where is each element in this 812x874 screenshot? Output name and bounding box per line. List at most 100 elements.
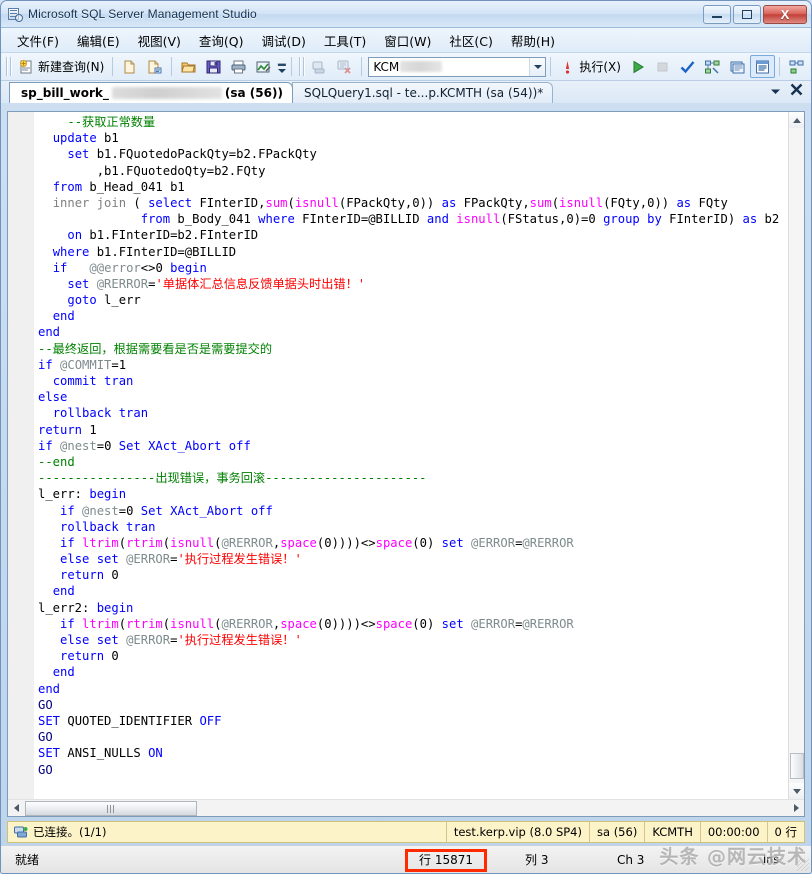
code-area[interactable]: --获取正常数量 update b1 set b1.FQuotedoPackQt… <box>34 112 788 799</box>
parse-button[interactable] <box>675 55 700 78</box>
server-stop-icon <box>336 59 353 75</box>
code-line: return 1 <box>38 422 97 437</box>
tab-sqlquery1[interactable]: SQLQuery1.sql - te...p.KCMTH (sa (54))* <box>291 82 554 103</box>
editor-vertical-scrollbar[interactable] <box>788 112 804 799</box>
watermark: 头条 @网云技术 <box>659 846 807 868</box>
toolbar-grip-2[interactable] <box>298 57 306 76</box>
code-line: goto l_err <box>67 293 141 308</box>
tab-sp-bill-work[interactable]: sp_bill_work_ (sa (56)) <box>9 82 293 103</box>
document-tab-bar: sp_bill_work_ (sa (56)) SQLQuery1.sql - … <box>1 81 811 103</box>
client-stats-button[interactable] <box>725 55 750 78</box>
include-plan-button[interactable] <box>784 55 809 78</box>
database-combo-arrow[interactable] <box>529 57 546 76</box>
database-combo-value: KCM <box>373 59 400 74</box>
new-file-button[interactable] <box>117 55 142 78</box>
run-button[interactable] <box>625 55 650 78</box>
vertical-scroll-thumb[interactable] <box>790 753 804 779</box>
close-icon[interactable] <box>790 83 803 101</box>
database-combo[interactable]: KCM <box>368 56 547 77</box>
connection-elapsed: 00:00:00 <box>699 822 767 842</box>
code-line: else set @ERROR='执行过程发生错误！' <box>60 633 302 647</box>
open-file-button[interactable] <box>176 55 201 78</box>
code-line: if @COMMIT=1 <box>38 357 127 372</box>
print-button[interactable] <box>226 55 251 78</box>
database-combo-redacted <box>400 61 443 72</box>
editor-horizontal-scrollbar[interactable] <box>8 799 804 816</box>
stop-button[interactable] <box>650 55 675 78</box>
chevron-down-icon[interactable] <box>770 83 781 101</box>
code-line: if @nest=0 Set XAct_Abort off <box>60 503 273 518</box>
tab-sp-bill-work-prefix: sp_bill_work_ <box>21 86 109 100</box>
menu-file[interactable]: 文件(F) <box>8 29 68 52</box>
code-line: SET ANSI_NULLS ON <box>38 746 163 761</box>
title-bar: Microsoft SQL Server Management Studio X <box>1 1 811 28</box>
code-line: else set @ERROR='执行过程发生错误！' <box>60 552 302 567</box>
code-line: l_err2: begin <box>38 600 134 615</box>
code-line: end <box>38 681 61 696</box>
toolbar-grip[interactable] <box>5 57 12 76</box>
new-query-button[interactable]: 新建查询(N) <box>14 55 108 78</box>
code-line: commit tran <box>52 374 134 388</box>
scroll-down-button[interactable] <box>788 783 804 799</box>
toolbar-separator <box>171 57 173 76</box>
results-text-button[interactable] <box>749 55 775 78</box>
toolbar-separator <box>361 57 363 76</box>
menu-window[interactable]: 窗口(W) <box>375 29 440 52</box>
connection-rows: 0 行 <box>766 822 804 842</box>
status-char: Ch 3 <box>617 852 645 867</box>
connection-database: KCMTH <box>644 822 700 842</box>
editor-gutter <box>8 112 34 799</box>
new-file-script-button[interactable] <box>142 55 167 78</box>
horizontal-scroll-thumb[interactable] <box>25 801 197 816</box>
server-connect-button[interactable] <box>307 55 332 78</box>
code-line: end <box>38 325 61 340</box>
sql-editor: --获取正常数量 update b1 set b1.FQuotedoPackQt… <box>7 111 805 817</box>
execute-run-icon <box>629 59 646 75</box>
server-icon <box>311 59 328 75</box>
include-plan-icon <box>788 59 805 75</box>
toolbar-separator <box>778 57 780 76</box>
close-button[interactable]: X <box>763 4 807 24</box>
menu-community[interactable]: 社区(C) <box>440 29 501 52</box>
connection-login: sa (56) <box>589 822 644 842</box>
code-line: set @RERROR='单据体汇总信息反馈单据头时出错！' <box>67 276 366 291</box>
analyze-button[interactable] <box>251 55 276 78</box>
parse-check-icon <box>679 59 696 75</box>
display-plan-button[interactable] <box>700 55 725 78</box>
code-line: from b_Body_041 where FInterID=@BILLID a… <box>140 212 780 227</box>
toolbar-separator <box>112 57 114 76</box>
menu-help[interactable]: 帮助(H) <box>502 29 564 52</box>
menu-view[interactable]: 视图(V) <box>129 29 190 52</box>
menu-debug[interactable]: 调试(D) <box>253 29 315 52</box>
new-file-icon <box>121 59 138 75</box>
scroll-up-button[interactable] <box>788 112 804 128</box>
window-title: Microsoft SQL Server Management Studio <box>28 7 257 21</box>
minimize-button[interactable] <box>703 4 731 24</box>
menu-edit[interactable]: 编辑(E) <box>68 29 129 52</box>
results-text-icon <box>754 59 771 75</box>
code-line: on b1.FInterID=b2.FInterID <box>67 228 259 243</box>
code-line: update b1 <box>52 131 119 146</box>
open-folder-icon <box>180 59 197 75</box>
menu-query[interactable]: 查询(Q) <box>190 29 253 52</box>
resize-grip[interactable] <box>797 859 809 871</box>
scroll-right-button[interactable] <box>788 800 804 816</box>
editor-body: --获取正常数量 update b1 set b1.FQuotedoPackQt… <box>8 112 804 799</box>
new-query-icon <box>18 59 35 75</box>
new-query-label: 新建查询(N) <box>38 60 105 74</box>
scroll-left-button[interactable] <box>8 800 24 816</box>
code-line: l_err: begin <box>38 487 127 502</box>
status-bar: 就绪 行 15871 列 3 Ch 3 Ins 头条 @网云技术 <box>1 845 811 873</box>
execute-exclamation-icon <box>559 59 576 75</box>
menu-tools[interactable]: 工具(T) <box>315 29 375 52</box>
toolbar-overflow-1[interactable]: ▬ <box>276 55 287 79</box>
server-disconnect-button[interactable] <box>332 55 357 78</box>
execute-button[interactable]: 执行(X) <box>555 55 625 78</box>
save-button[interactable] <box>201 55 226 78</box>
tab-sp-bill-work-redacted <box>111 87 222 99</box>
code-line: end <box>52 665 75 680</box>
maximize-button[interactable] <box>733 4 761 24</box>
tab-bar-controls <box>770 83 811 103</box>
status-column: 列 3 <box>525 853 549 867</box>
code-line: where b1.FInterID=@BILLID <box>52 244 237 259</box>
